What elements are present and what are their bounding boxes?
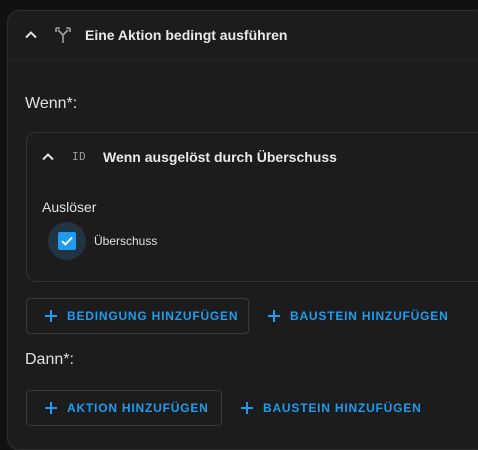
plus-icon bbox=[45, 310, 57, 322]
action-header[interactable]: Eine Aktion bedingt ausführen bbox=[8, 11, 478, 59]
action-title: Eine Aktion bedingt ausführen bbox=[85, 27, 288, 43]
header-divider bbox=[8, 59, 478, 60]
add-building-block-button-if[interactable]: BAUSTEIN HINZUFÜGEN bbox=[268, 298, 449, 334]
surplus-checkbox-label[interactable]: Überschuss bbox=[94, 234, 157, 248]
trigger-field-label: Auslöser bbox=[42, 199, 97, 215]
id-badge-icon: ID bbox=[72, 150, 87, 163]
surplus-checkbox[interactable] bbox=[58, 232, 76, 250]
if-section-label: Wenn*: bbox=[25, 95, 78, 112]
add-condition-button[interactable]: BEDINGUNG HINZUFÜGEN bbox=[26, 298, 249, 334]
plus-icon bbox=[45, 402, 57, 414]
call-split-icon bbox=[55, 27, 71, 43]
chevron-up-icon[interactable] bbox=[39, 148, 57, 166]
add-building-block-button-then[interactable]: BAUSTEIN HINZUFÜGEN bbox=[241, 390, 422, 426]
add-action-label: AKTION HINZUFÜGEN bbox=[67, 401, 209, 415]
add-building-block-label: BAUSTEIN HINZUFÜGEN bbox=[263, 401, 422, 415]
add-action-button[interactable]: AKTION HINZUFÜGEN bbox=[26, 390, 222, 426]
add-condition-label: BEDINGUNG HINZUFÜGEN bbox=[67, 309, 239, 323]
check-icon bbox=[61, 236, 73, 246]
chevron-up-icon[interactable] bbox=[22, 26, 40, 44]
then-section-label: Dann*: bbox=[25, 351, 74, 368]
plus-icon bbox=[241, 402, 253, 414]
choose-action-card: Eine Aktion bedingt ausführen Wenn*: ID … bbox=[7, 10, 478, 450]
condition-card: ID Wenn ausgelöst durch Überschuss Auslö… bbox=[26, 132, 478, 282]
condition-title[interactable]: Wenn ausgelöst durch Überschuss bbox=[103, 149, 337, 165]
plus-icon bbox=[268, 310, 280, 322]
add-building-block-label: BAUSTEIN HINZUFÜGEN bbox=[290, 309, 449, 323]
